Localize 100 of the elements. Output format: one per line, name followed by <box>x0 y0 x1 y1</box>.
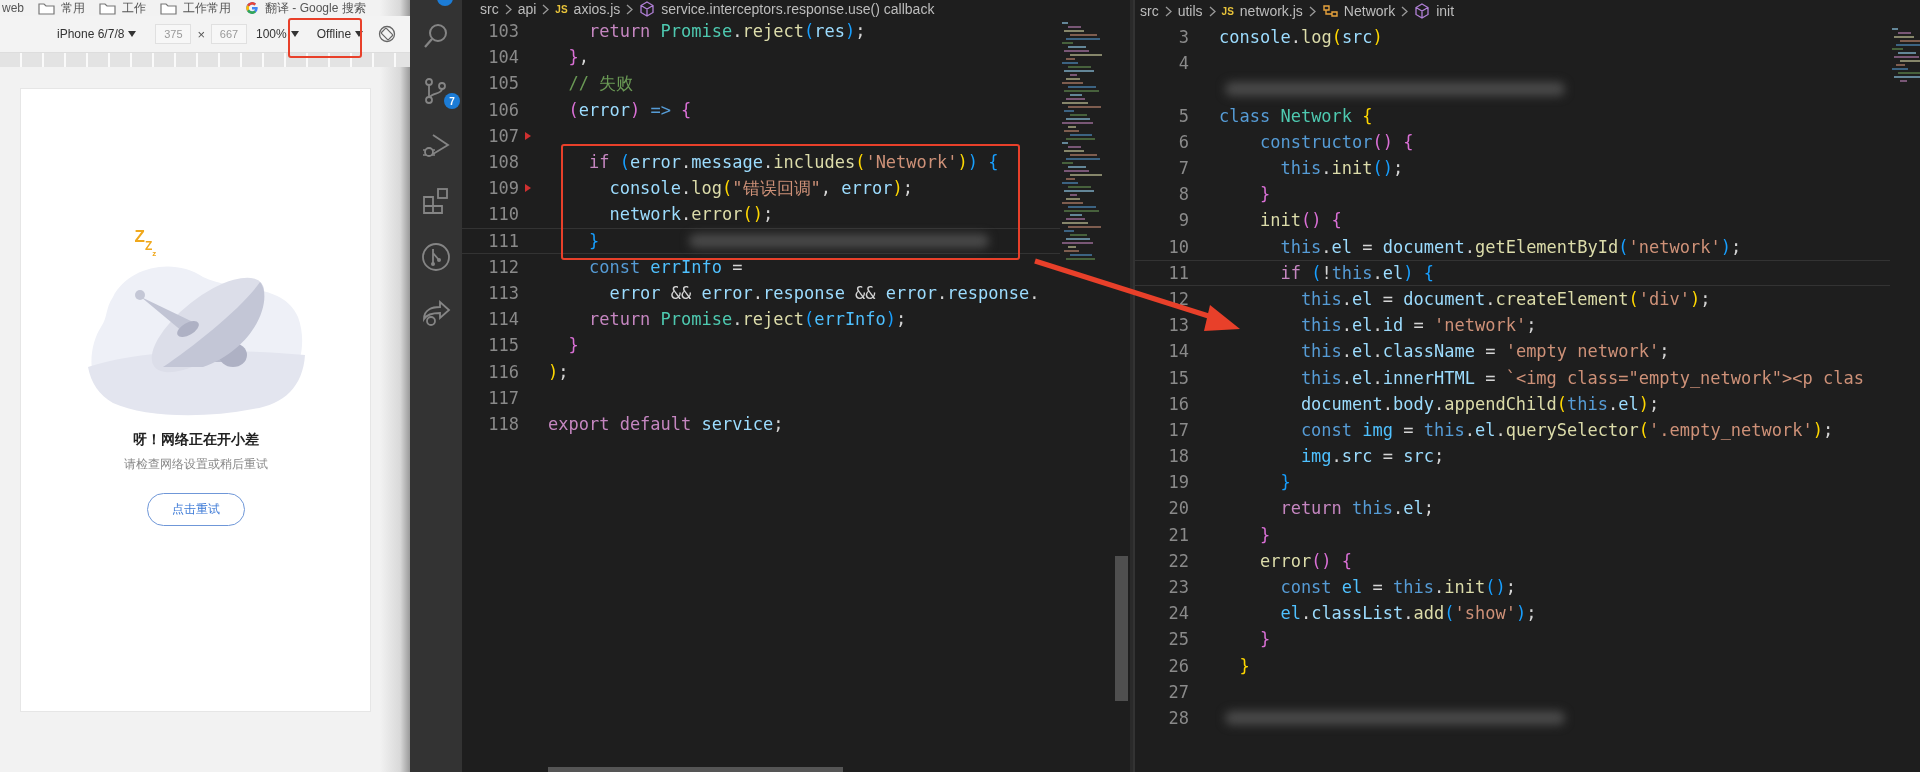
line-number: 10 <box>1167 236 1189 257</box>
breadcrumb-item[interactable]: src <box>1140 3 1159 19</box>
line-number: 16 <box>1167 393 1189 414</box>
line-number: 9 <box>1177 210 1189 231</box>
caret-icon <box>290 31 299 37</box>
line-number: 112 <box>487 256 519 277</box>
line-number: 19 <box>1167 472 1189 493</box>
bookmark-link[interactable]: 工作 <box>122 1 146 15</box>
throttling-dropdown[interactable]: Offline <box>313 25 367 43</box>
chevron-right-icon <box>542 3 550 15</box>
run-debug-icon[interactable] <box>422 132 450 160</box>
code-line: return this.el; <box>1279 498 1434 519</box>
code-line: } <box>1258 629 1271 650</box>
code-line: } <box>587 230 600 251</box>
code-line: } <box>1258 184 1271 205</box>
breadcrumb-item[interactable]: axios.js <box>573 1 621 17</box>
code-line: this.el.className = 'empty network'; <box>1299 341 1670 362</box>
code-line: } <box>1279 472 1291 493</box>
line-number: 15 <box>1167 367 1189 388</box>
scrollbar-thumb[interactable] <box>1115 556 1128 701</box>
code-line: } <box>1258 524 1271 545</box>
bookmark-link[interactable]: 翻译 - Google 搜索 <box>265 1 366 15</box>
chevron-right-icon <box>626 3 634 15</box>
code-line: this.el = document.getElementById('network'); <box>1279 236 1742 257</box>
line-number: 115 <box>487 335 519 356</box>
file-type-label: JS <box>555 3 568 15</box>
code-line: this.el.id = 'network'; <box>1299 315 1537 336</box>
breadcrumb-item[interactable]: init <box>1436 3 1455 19</box>
error-title: 呀！网络正在开小差 <box>132 431 259 449</box>
bookmark-link[interactable]: 常用 <box>61 1 85 15</box>
code-line: }, <box>567 47 589 68</box>
code-line: init() { <box>1258 210 1342 231</box>
code-line: error() { <box>1258 550 1353 571</box>
zoom-dropdown[interactable]: 100% <box>253 25 302 43</box>
line-number: 3 <box>1177 27 1189 48</box>
code-line: } <box>567 335 579 356</box>
code-line: console.log(src) <box>1219 27 1383 48</box>
code-line: if (error.message.includes('Network')) { <box>587 152 999 173</box>
code-line: // 失败 <box>567 71 634 95</box>
chevron-right-icon <box>504 3 512 15</box>
code-line: class Network { <box>1219 105 1373 126</box>
line-number: 23 <box>1167 577 1189 598</box>
search-icon[interactable] <box>422 22 450 50</box>
code-line: document.body.appendChild(this.el); <box>1299 393 1660 414</box>
count-badge: 7 <box>444 93 460 109</box>
caret-icon <box>128 31 137 37</box>
retry-button[interactable]: 点击重试 <box>146 493 245 526</box>
bookmark-link[interactable]: web <box>2 1 24 15</box>
code-line: const el = this.init(); <box>1279 577 1516 598</box>
code-line: ); <box>548 361 569 382</box>
code-line: return Promise.reject(res); <box>587 21 866 42</box>
code-line: el.classList.add('show'); <box>1279 603 1537 624</box>
code-line: export default service; <box>548 413 784 434</box>
line-number: 110 <box>487 204 519 225</box>
code-line: } <box>1238 655 1250 676</box>
extensions-icon[interactable] <box>422 187 450 215</box>
code-line: this.init(); <box>1279 158 1404 179</box>
breadcrumb-item[interactable]: utils <box>1177 3 1203 19</box>
file-type-label: JS <box>1221 5 1234 17</box>
line-number: 14 <box>1167 341 1189 362</box>
line-number: 109 <box>487 178 519 199</box>
scrollbar-thumb[interactable] <box>548 767 843 772</box>
code-line: if (!this.el) { <box>1279 262 1435 283</box>
line-number: 22 <box>1167 550 1189 571</box>
line-number: 114 <box>487 309 519 330</box>
line-number: 4 <box>1177 53 1189 74</box>
line-number: 11 <box>1167 262 1189 283</box>
share-arrow-icon[interactable] <box>421 299 451 327</box>
code-line: error && error.response && error.response. <box>608 282 1040 303</box>
chevron-right-icon <box>1401 5 1409 17</box>
breadcrumb-item[interactable]: service.interceptors.response.use() callback <box>661 1 935 17</box>
times-sign: × <box>197 26 205 42</box>
breadcrumb-item[interactable]: src <box>480 1 499 17</box>
line-number: 21 <box>1167 524 1189 545</box>
code-line: (error) => { <box>567 99 692 120</box>
line-number: 13 <box>1167 315 1189 336</box>
line-number: 28 <box>1167 707 1189 728</box>
device-dropdown[interactable]: iPhone 6/7/8 <box>54 25 140 43</box>
breadcrumb-item[interactable]: network.js <box>1239 3 1303 19</box>
line-number: 108 <box>487 152 519 173</box>
class-icon <box>1321 3 1338 19</box>
rotate-icon[interactable] <box>378 25 397 43</box>
chevron-right-icon <box>1164 5 1172 17</box>
breadcrumb-item[interactable]: api <box>517 1 537 17</box>
chevron-right-icon <box>1308 5 1316 17</box>
google-g-icon <box>245 1 259 15</box>
line-number: 20 <box>1167 498 1189 519</box>
line-number: 118 <box>487 413 519 434</box>
line-number: 5 <box>1177 105 1189 126</box>
line-number: 6 <box>1177 131 1189 152</box>
git-graph-icon[interactable] <box>421 242 451 272</box>
line-number: 8 <box>1177 184 1189 205</box>
breadcrumb-item[interactable]: Network <box>1343 3 1396 19</box>
line-number: 107 <box>487 125 519 146</box>
line-number: 117 <box>487 387 519 408</box>
line-number: 113 <box>487 282 519 303</box>
code-line: constructor() { <box>1258 131 1414 152</box>
code-line: return Promise.reject(errInfo); <box>587 309 907 330</box>
code-line: img.src = src; <box>1299 446 1445 467</box>
bookmark-link[interactable]: 工作常用 <box>183 1 231 15</box>
